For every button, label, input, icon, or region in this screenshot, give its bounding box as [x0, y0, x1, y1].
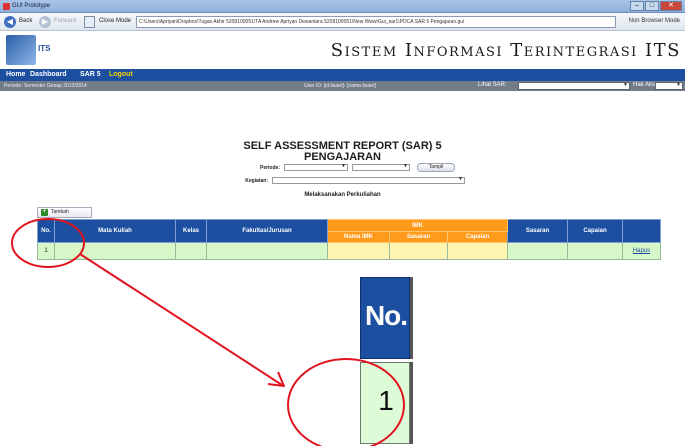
highlight-circle-large: [287, 358, 405, 446]
annotation-overlay: [11, 218, 405, 446]
highlight-circle-small: [11, 218, 85, 268]
annotation-arrow-line: [79, 253, 283, 386]
